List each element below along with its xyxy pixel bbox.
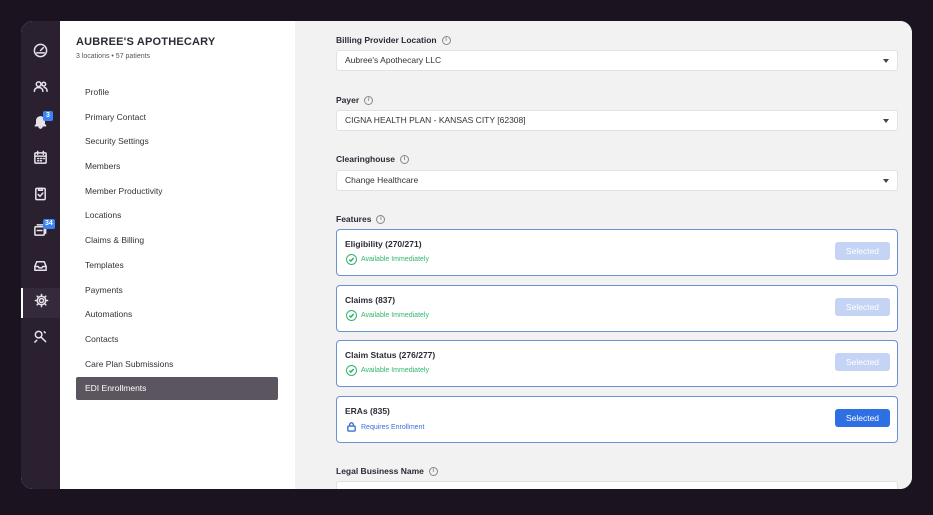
rail-notifications[interactable]: 3: [21, 109, 60, 139]
gear-icon: [34, 293, 49, 313]
feature-status: Available Immediately: [346, 365, 429, 376]
legal-business-name-label-text: Legal Business Name: [336, 466, 424, 476]
clearinghouse-label: Clearinghouse i: [336, 154, 410, 164]
check-circle-icon: [346, 365, 357, 376]
org-name: AUBREE'S APOTHECARY: [76, 36, 216, 48]
nav-item-profile[interactable]: Profile: [76, 81, 278, 104]
feature-title: ERAs (835): [345, 406, 390, 416]
rail-calendar[interactable]: [21, 145, 60, 175]
rail-tools[interactable]: [21, 324, 60, 354]
check-circle-icon: [346, 310, 357, 321]
info-icon[interactable]: i: [428, 466, 438, 476]
nav-item-members[interactable]: Members: [76, 155, 278, 178]
nav-item-care-plan-submissions[interactable]: Care Plan Submissions: [76, 353, 278, 376]
nav-item-claims-billing[interactable]: Claims & Billing: [76, 229, 278, 252]
tools-icon: [33, 329, 48, 349]
clearinghouse-select[interactable]: Change Healthcare: [336, 170, 898, 191]
selected-button[interactable]: Selected: [835, 298, 890, 316]
caret-down-icon: [883, 119, 889, 123]
feature-title: Claims (837): [345, 295, 396, 305]
nav-item-locations[interactable]: Locations: [76, 204, 278, 227]
nav-item-primary-contact[interactable]: Primary Contact: [76, 106, 278, 129]
feature-status: Available Immediately: [346, 310, 429, 321]
clipboard-check-icon: [33, 186, 48, 206]
payer-value: CIGNA HEALTH PLAN - KANSAS CITY [62308]: [345, 115, 526, 125]
clearinghouse-value: Change Healthcare: [345, 175, 419, 185]
feature-card-claims[interactable]: Claims (837) Available Immediately Selec…: [336, 285, 898, 332]
feature-status-text: Available Immediately: [361, 312, 429, 319]
notification-badge: 3: [43, 111, 53, 121]
clearinghouse-label-text: Clearinghouse: [336, 154, 396, 164]
nav-item-security-settings[interactable]: Security Settings: [76, 130, 278, 153]
feature-status: Available Immediately: [346, 254, 429, 265]
info-icon[interactable]: i: [364, 95, 374, 105]
feature-card-claim-status[interactable]: Claim Status (276/277) Available Immedia…: [336, 340, 898, 387]
caret-down-icon: [883, 179, 889, 183]
settings-nav: AUBREE'S APOTHECARY 3 locations • 57 pat…: [60, 21, 295, 489]
feature-status-text: Requires Enrollment: [361, 424, 425, 431]
billing-location-value: Aubree's Apothecary LLC: [345, 55, 442, 65]
nav-item-member-productivity[interactable]: Member Productivity: [76, 180, 278, 203]
legal-business-name-label: Legal Business Name i: [336, 466, 438, 476]
device-frame: 3 34 AUBREE'S APOTHECARY 3 locations • 5…: [0, 0, 933, 515]
nav-item-contacts[interactable]: Contacts: [76, 328, 278, 351]
calendar-icon: [33, 150, 48, 170]
billing-location-label: Billing Provider Location i: [336, 35, 451, 45]
billing-location-select[interactable]: Aubree's Apothecary LLC: [336, 50, 898, 71]
rail-inbox[interactable]: 34: [21, 217, 60, 247]
info-icon[interactable]: i: [376, 214, 386, 224]
payer-select[interactable]: CIGNA HEALTH PLAN - KANSAS CITY [62308]: [336, 110, 898, 131]
feature-status-text: Available Immediately: [361, 367, 429, 374]
legal-business-name-input[interactable]: [336, 481, 898, 489]
selected-button[interactable]: Selected: [835, 353, 890, 371]
selected-button[interactable]: Selected: [835, 242, 890, 260]
feature-title: Claim Status (276/277): [345, 350, 436, 360]
selected-button[interactable]: Selected: [835, 409, 890, 427]
org-meta: 3 locations • 57 patients: [76, 53, 151, 60]
users-icon: [33, 79, 48, 99]
billing-location-label-text: Billing Provider Location: [336, 35, 437, 45]
info-icon[interactable]: i: [441, 35, 451, 45]
edi-enrollment-form: Billing Provider Location i Aubree's Apo…: [295, 21, 912, 489]
rail-users[interactable]: [21, 74, 60, 104]
feature-status: Requires Enrollment: [346, 421, 424, 434]
rail-tasks[interactable]: [21, 181, 60, 211]
lock-icon: [346, 421, 357, 434]
inbox-badge: 34: [43, 219, 55, 229]
feature-status-text: Available Immediately: [361, 256, 429, 263]
check-circle-icon: [346, 254, 357, 265]
info-icon[interactable]: i: [400, 154, 410, 164]
caret-down-icon: [883, 59, 889, 63]
dashboard-icon: [33, 43, 48, 63]
feature-card-eras[interactable]: ERAs (835) Requires Enrollment Selected: [336, 396, 898, 443]
nav-item-payments[interactable]: Payments: [76, 279, 278, 302]
nav-item-automations[interactable]: Automations: [76, 303, 278, 326]
payer-label: Payer i: [336, 95, 374, 105]
payer-label-text: Payer: [336, 95, 360, 105]
rail-dashboard[interactable]: [21, 38, 60, 68]
tray-icon: [33, 258, 48, 278]
settings-nav-list: Profile Primary Contact Security Setting…: [76, 81, 278, 402]
feature-title: Eligibility (270/271): [345, 239, 422, 249]
icon-rail: 3 34: [21, 21, 60, 489]
rail-settings[interactable]: [21, 288, 60, 318]
nav-item-edi-enrollments[interactable]: EDI Enrollments: [76, 377, 278, 400]
feature-card-eligibility[interactable]: Eligibility (270/271) Available Immediat…: [336, 229, 898, 276]
rail-tray[interactable]: [21, 253, 60, 283]
features-label: Features i: [336, 214, 386, 224]
app-screen: 3 34 AUBREE'S APOTHECARY 3 locations • 5…: [21, 21, 912, 489]
features-label-text: Features: [336, 214, 372, 224]
nav-item-templates[interactable]: Templates: [76, 254, 278, 277]
